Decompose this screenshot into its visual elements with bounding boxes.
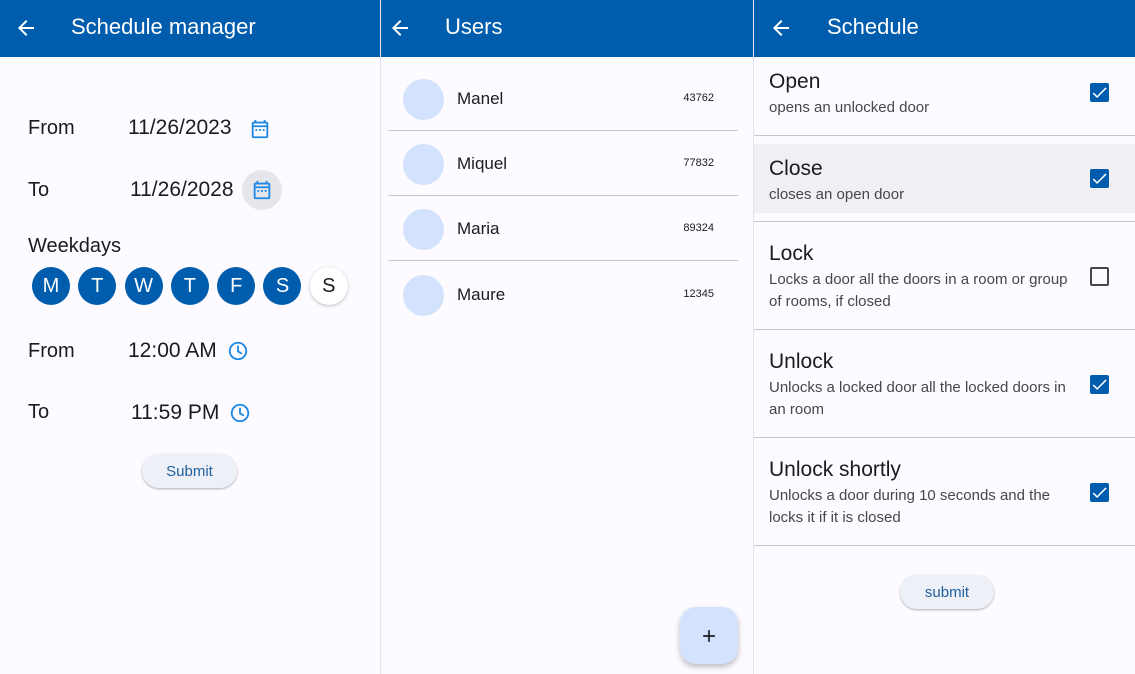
clock-icon	[228, 341, 248, 361]
weekdays-label: Weekdays	[28, 235, 122, 257]
user-code: 77832	[683, 157, 714, 169]
check-icon	[1092, 173, 1107, 185]
from-date-label: From	[28, 117, 75, 139]
action-checkbox[interactable]	[1090, 83, 1109, 102]
action-checkbox[interactable]	[1090, 169, 1109, 188]
schedule-panel: Schedule Open opens an unlocked door Clo…	[754, 0, 1135, 674]
action-checkbox[interactable]	[1090, 483, 1109, 502]
user-list-item[interactable]: Miquel 77832	[388, 131, 738, 196]
action-title: Unlock	[769, 350, 834, 373]
action-title: Lock	[769, 242, 814, 265]
weekday-toggle-monday[interactable]: M	[32, 267, 70, 305]
from-date-picker-button[interactable]	[240, 109, 280, 149]
page-title: Schedule	[827, 14, 919, 39]
action-title: Close	[769, 157, 823, 180]
action-checkbox[interactable]	[1090, 267, 1109, 286]
weekday-selector: M T W T F S S	[32, 267, 356, 305]
action-item-unlock[interactable]: Unlock Unlocks a locked door all the loc…	[754, 338, 1135, 438]
user-list-item[interactable]: Maure 12345	[388, 262, 738, 327]
submit-button[interactable]: Submit	[142, 454, 237, 488]
list-divider	[754, 135, 1135, 136]
user-name: Maure	[457, 285, 506, 304]
clock-icon	[230, 403, 250, 423]
plus-icon	[703, 629, 715, 642]
schedule-manager-panel: Schedule manager From 11/26/2023 To 11/2…	[0, 0, 380, 674]
to-time-picker-button[interactable]	[220, 393, 260, 433]
user-list-item[interactable]: Manel 43762	[388, 66, 738, 131]
from-time-picker-button[interactable]	[218, 331, 258, 371]
back-arrow-icon[interactable]	[14, 16, 38, 40]
back-arrow-icon[interactable]	[388, 16, 412, 40]
action-checkbox[interactable]	[1090, 375, 1109, 394]
from-time-label: From	[28, 340, 75, 362]
check-icon	[1092, 87, 1107, 99]
to-time-value[interactable]: 11:59 PM	[131, 401, 219, 425]
app-bar: Schedule manager	[0, 0, 380, 57]
to-date-picker-button[interactable]	[242, 170, 282, 210]
action-item-unlock-shortly[interactable]: Unlock shortly Unlocks a door during 10 …	[754, 446, 1135, 546]
action-title: Unlock shortly	[769, 458, 901, 481]
to-date-label: To	[28, 179, 50, 201]
user-name: Miquel	[457, 154, 508, 173]
page-title: Users	[445, 14, 503, 39]
weekday-toggle-friday[interactable]: F	[217, 267, 256, 305]
list-divider	[754, 437, 1135, 438]
weekday-toggle-tuesday[interactable]: T	[78, 267, 117, 305]
app-bar: Users	[381, 0, 753, 57]
user-name: Maria	[457, 219, 500, 238]
action-description: Unlocks a locked door all the locked doo…	[769, 379, 1066, 418]
list-divider	[754, 545, 1135, 546]
to-date-value[interactable]: 11/26/2028	[130, 178, 234, 202]
action-description: Unlocks a door during 10 seconds and the…	[769, 487, 1051, 526]
avatar	[403, 79, 444, 120]
list-divider	[388, 260, 738, 261]
user-code: 43762	[683, 92, 714, 104]
action-title: Open	[769, 70, 821, 93]
avatar	[403, 275, 444, 316]
user-code: 89324	[683, 222, 714, 234]
from-time-value[interactable]: 12:00 AM	[128, 339, 217, 363]
user-code: 12345	[683, 288, 714, 300]
check-icon	[1092, 379, 1107, 391]
action-item-lock[interactable]: Lock Locks a door all the doors in a roo…	[754, 230, 1135, 330]
list-divider	[754, 221, 1135, 222]
app-bar: Schedule	[754, 0, 1135, 57]
page-title: Schedule manager	[71, 14, 256, 39]
submit-button[interactable]: submit	[900, 575, 994, 609]
weekday-toggle-thursday[interactable]: T	[170, 267, 209, 305]
check-icon	[1092, 487, 1107, 499]
calendar-icon	[251, 119, 269, 139]
weekday-toggle-wednesday[interactable]: W	[124, 267, 163, 305]
action-description: opens an unlocked door	[769, 99, 930, 116]
avatar	[403, 144, 444, 185]
user-list-item[interactable]: Maria 89324	[388, 196, 738, 261]
action-description: closes an open door	[769, 186, 905, 203]
list-divider	[754, 329, 1135, 330]
weekday-toggle-sunday[interactable]: S	[309, 267, 348, 305]
avatar	[403, 209, 444, 250]
user-name: Manel	[457, 89, 504, 108]
to-time-label: To	[28, 401, 50, 423]
back-arrow-icon[interactable]	[769, 16, 793, 40]
from-date-value[interactable]: 11/26/2023	[128, 116, 232, 140]
weekday-toggle-saturday[interactable]: S	[263, 267, 302, 305]
users-panel: Users Manel 43762 Miquel 77832 Maria 893…	[381, 0, 753, 674]
add-user-button[interactable]: +	[680, 607, 738, 664]
action-item-close[interactable]: Close closes an open door	[754, 144, 1135, 213]
calendar-icon	[253, 180, 271, 200]
action-item-open[interactable]: Open opens an unlocked door	[754, 57, 1135, 136]
action-description: Locks a door all the doors in a room or …	[769, 271, 1068, 310]
